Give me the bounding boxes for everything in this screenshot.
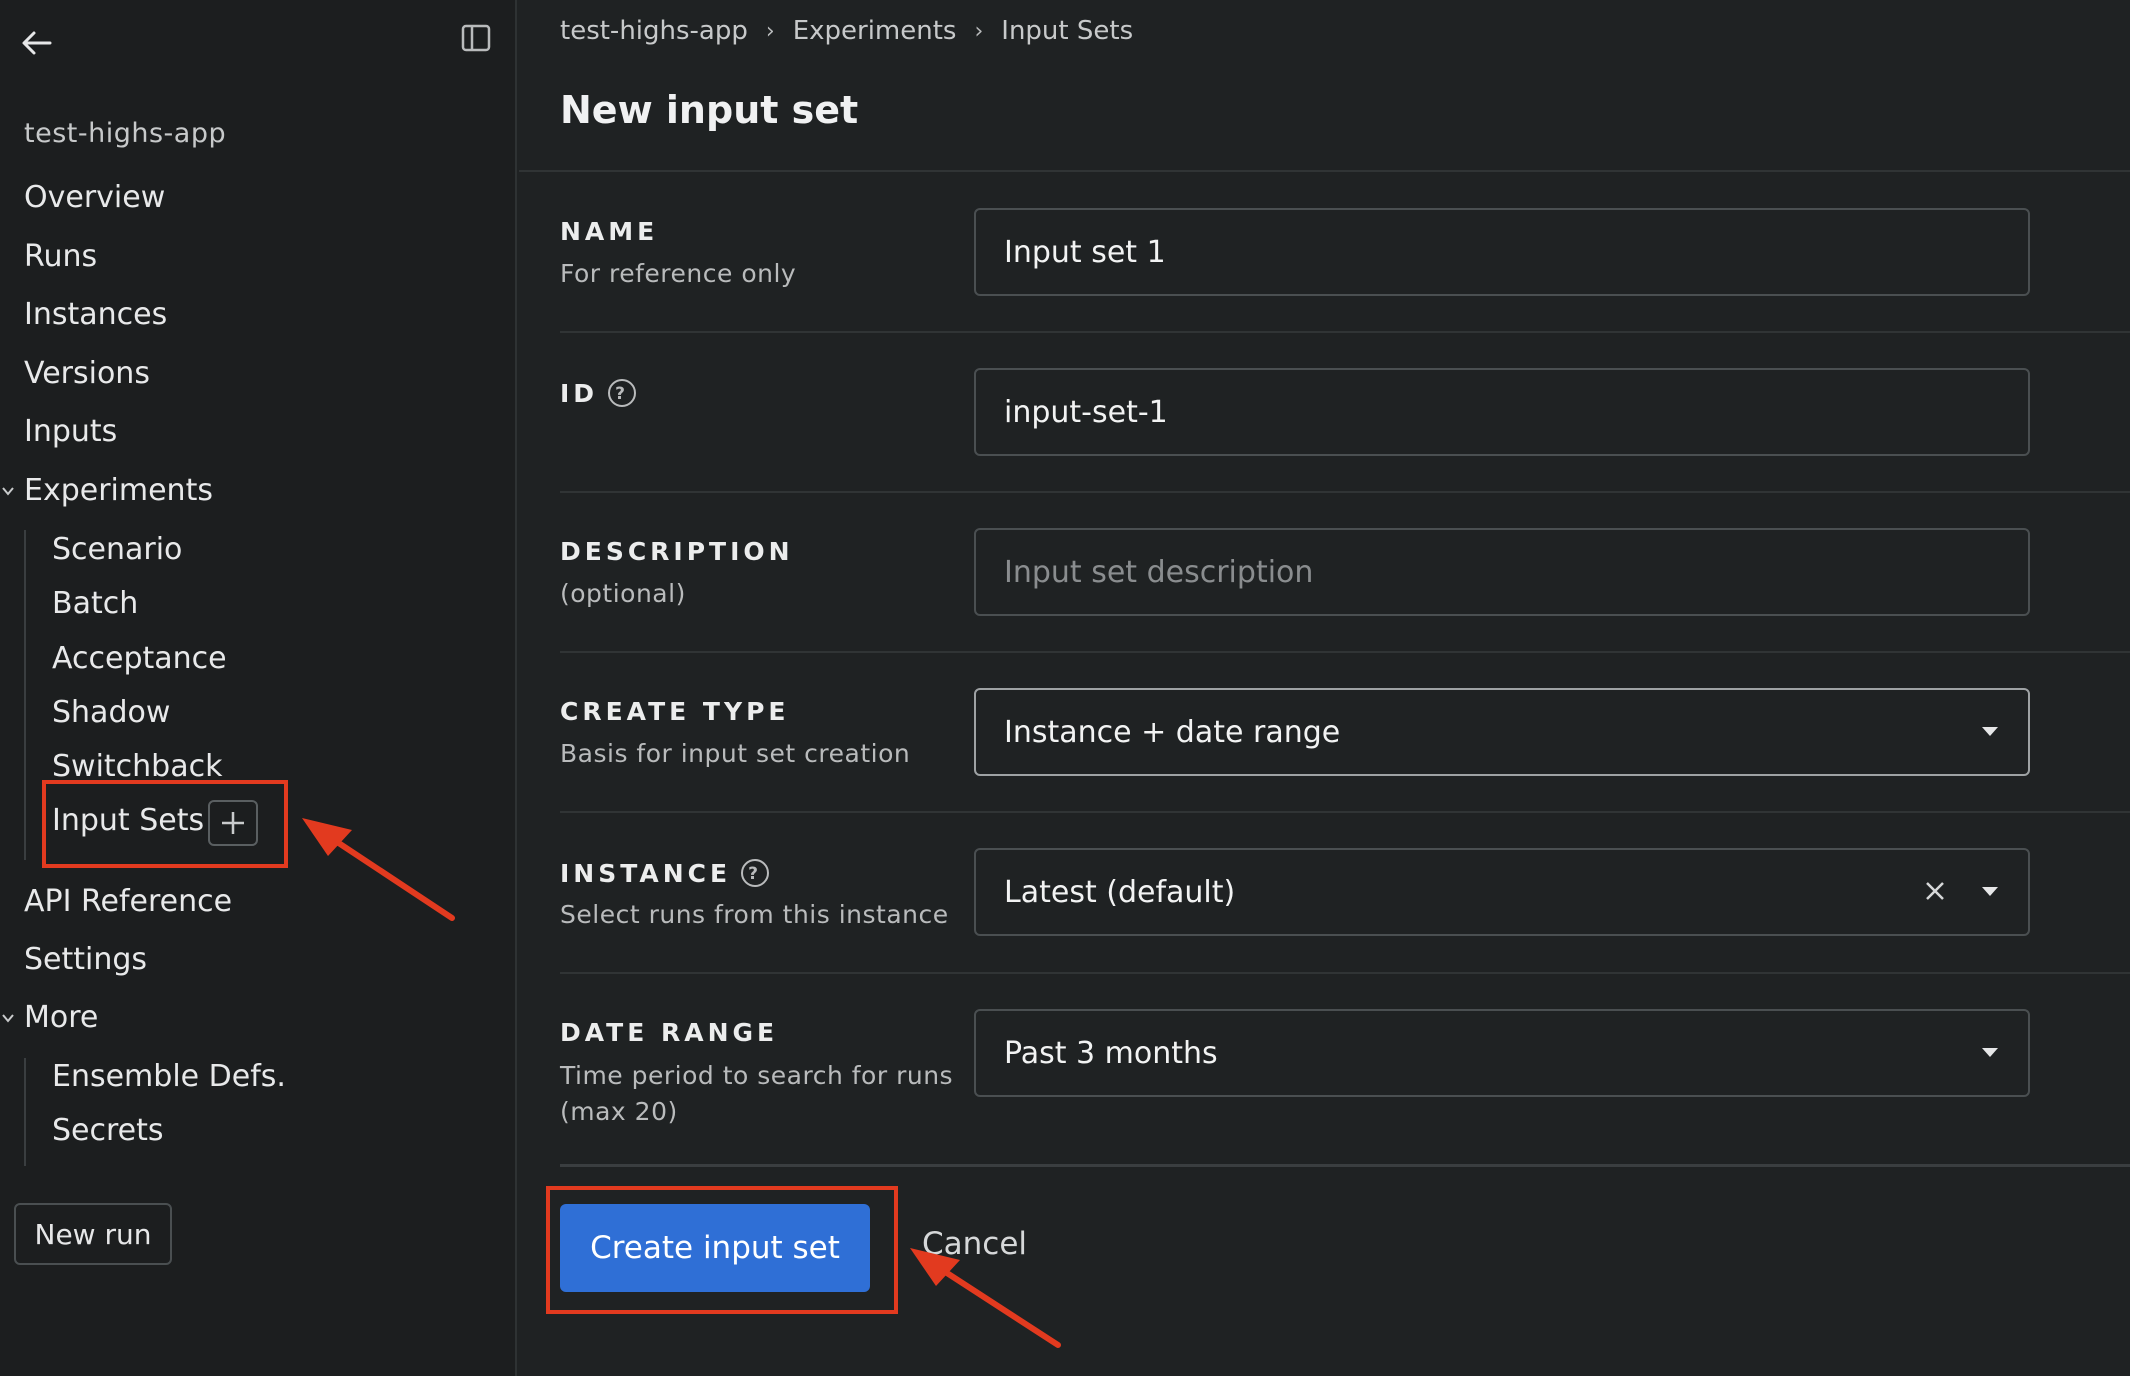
arrow-icon [302,818,455,921]
annotation-arrows [302,818,1061,1348]
arrow-icon [910,1248,1061,1348]
